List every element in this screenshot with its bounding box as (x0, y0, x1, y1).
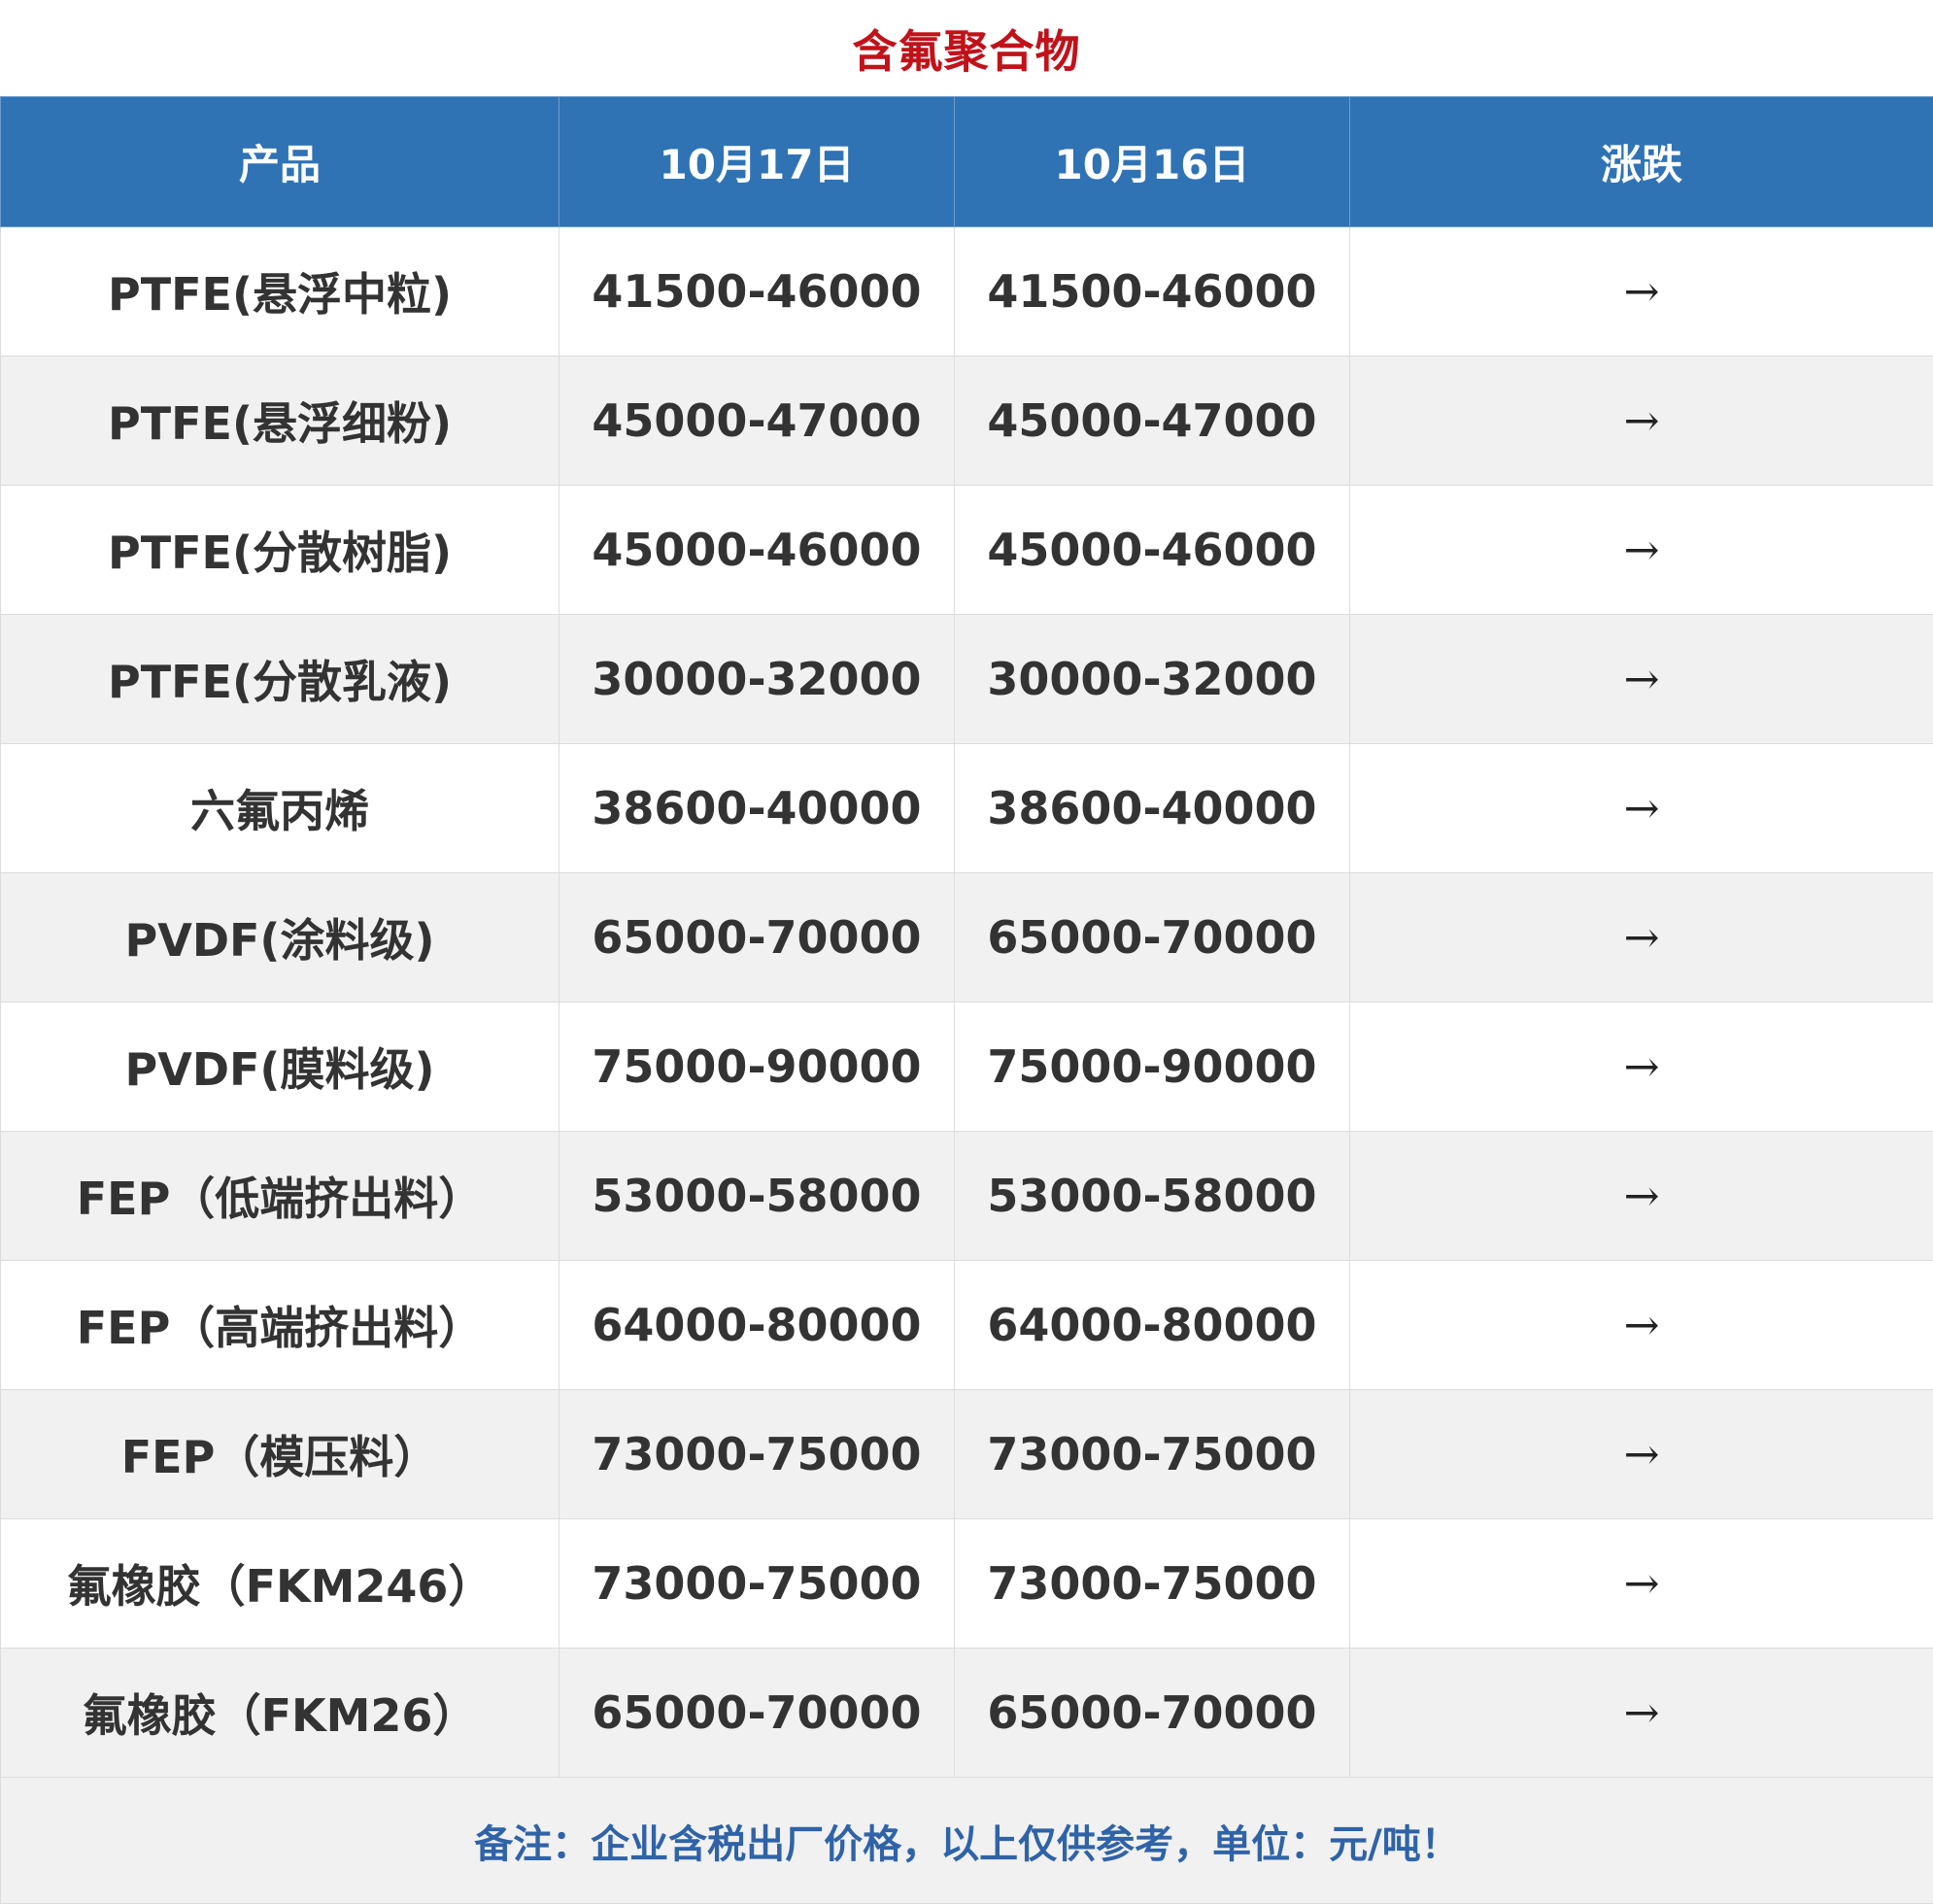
header-date-2: 10月16日 (955, 97, 1350, 227)
product-name: 六氟丙烯 (1, 744, 560, 873)
price-date-2: 45000-46000 (955, 486, 1350, 615)
table-row: 氟橡胶（FKM26） 65000-70000 65000-70000 → (1, 1649, 1933, 1778)
footer-row: 备注：企业含税出厂价格，以上仅供参考，单位：元/吨！ (1, 1778, 1933, 1904)
change-arrow-icon: → (1350, 1390, 1933, 1519)
product-name: 氟橡胶（FKM26） (1, 1649, 560, 1778)
header-product: 产品 (1, 97, 560, 227)
price-date-2: 30000-32000 (955, 615, 1350, 744)
table-row: PTFE(悬浮中粒) 41500-46000 41500-46000 → (1, 227, 1933, 357)
change-arrow-icon: → (1350, 1261, 1933, 1390)
price-date-2: 73000-75000 (955, 1390, 1350, 1519)
price-date-1: 75000-90000 (560, 1003, 955, 1132)
price-date-2: 64000-80000 (955, 1261, 1350, 1390)
price-date-1: 45000-46000 (560, 486, 955, 615)
product-name: PVDF(涂料级) (1, 873, 560, 1003)
price-date-1: 30000-32000 (560, 615, 955, 744)
price-date-2: 75000-90000 (955, 1003, 1350, 1132)
price-date-2: 53000-58000 (955, 1132, 1350, 1261)
header-change: 涨跌 (1350, 97, 1933, 227)
table-row: 六氟丙烯 38600-40000 38600-40000 → (1, 744, 1933, 873)
table-row: PTFE(分散树脂) 45000-46000 45000-46000 → (1, 486, 1933, 615)
product-name: FEP（低端挤出料） (1, 1132, 560, 1261)
header-date-1: 10月17日 (560, 97, 955, 227)
price-date-2: 73000-75000 (955, 1519, 1350, 1649)
price-date-1: 64000-80000 (560, 1261, 955, 1390)
table-row: FEP（低端挤出料） 53000-58000 53000-58000 → (1, 1132, 1933, 1261)
price-date-2: 65000-70000 (955, 1649, 1350, 1778)
change-arrow-icon: → (1350, 1519, 1933, 1649)
price-date-1: 65000-70000 (560, 1649, 955, 1778)
price-date-1: 45000-47000 (560, 357, 955, 486)
change-arrow-icon: → (1350, 873, 1933, 1003)
change-arrow-icon: → (1350, 227, 1933, 357)
price-date-1: 41500-46000 (560, 227, 955, 357)
table-row: PTFE(分散乳液) 30000-32000 30000-32000 → (1, 615, 1933, 744)
change-arrow-icon: → (1350, 1132, 1933, 1261)
table-row: FEP（模压料） 73000-75000 73000-75000 → (1, 1390, 1933, 1519)
product-name: FEP（模压料） (1, 1390, 560, 1519)
table-row: 氟橡胶（FKM246） 73000-75000 73000-75000 → (1, 1519, 1933, 1649)
change-arrow-icon: → (1350, 357, 1933, 486)
product-name: PTFE(悬浮中粒) (1, 227, 560, 357)
product-name: PVDF(膜料级) (1, 1003, 560, 1132)
product-name: 氟橡胶（FKM246） (1, 1519, 560, 1649)
page-title: 含氟聚合物 (0, 0, 1933, 96)
product-name: FEP（高端挤出料） (1, 1261, 560, 1390)
price-date-1: 73000-75000 (560, 1390, 955, 1519)
price-date-1: 73000-75000 (560, 1519, 955, 1649)
price-date-2: 45000-47000 (955, 357, 1350, 486)
price-date-2: 65000-70000 (955, 873, 1350, 1003)
change-arrow-icon: → (1350, 744, 1933, 873)
table-row: PVDF(膜料级) 75000-90000 75000-90000 → (1, 1003, 1933, 1132)
price-date-1: 38600-40000 (560, 744, 955, 873)
change-arrow-icon: → (1350, 486, 1933, 615)
change-arrow-icon: → (1350, 1003, 1933, 1132)
product-name: PTFE(分散树脂) (1, 486, 560, 615)
product-name: PTFE(悬浮细粉) (1, 357, 560, 486)
change-arrow-icon: → (1350, 1649, 1933, 1778)
header-row: 产品 10月17日 10月16日 涨跌 (1, 97, 1933, 227)
price-date-2: 41500-46000 (955, 227, 1350, 357)
table-row: PTFE(悬浮细粉) 45000-47000 45000-47000 → (1, 357, 1933, 486)
price-date-1: 53000-58000 (560, 1132, 955, 1261)
price-date-1: 65000-70000 (560, 873, 955, 1003)
change-arrow-icon: → (1350, 615, 1933, 744)
price-date-2: 38600-40000 (955, 744, 1350, 873)
table-row: PVDF(涂料级) 65000-70000 65000-70000 → (1, 873, 1933, 1003)
product-name: PTFE(分散乳液) (1, 615, 560, 744)
table-row: FEP（高端挤出料） 64000-80000 64000-80000 → (1, 1261, 1933, 1390)
price-table: 产品 10月17日 10月16日 涨跌 PTFE(悬浮中粒) 41500-460… (0, 96, 1933, 1904)
footer-note: 备注：企业含税出厂价格，以上仅供参考，单位：元/吨！ (1, 1778, 1933, 1904)
